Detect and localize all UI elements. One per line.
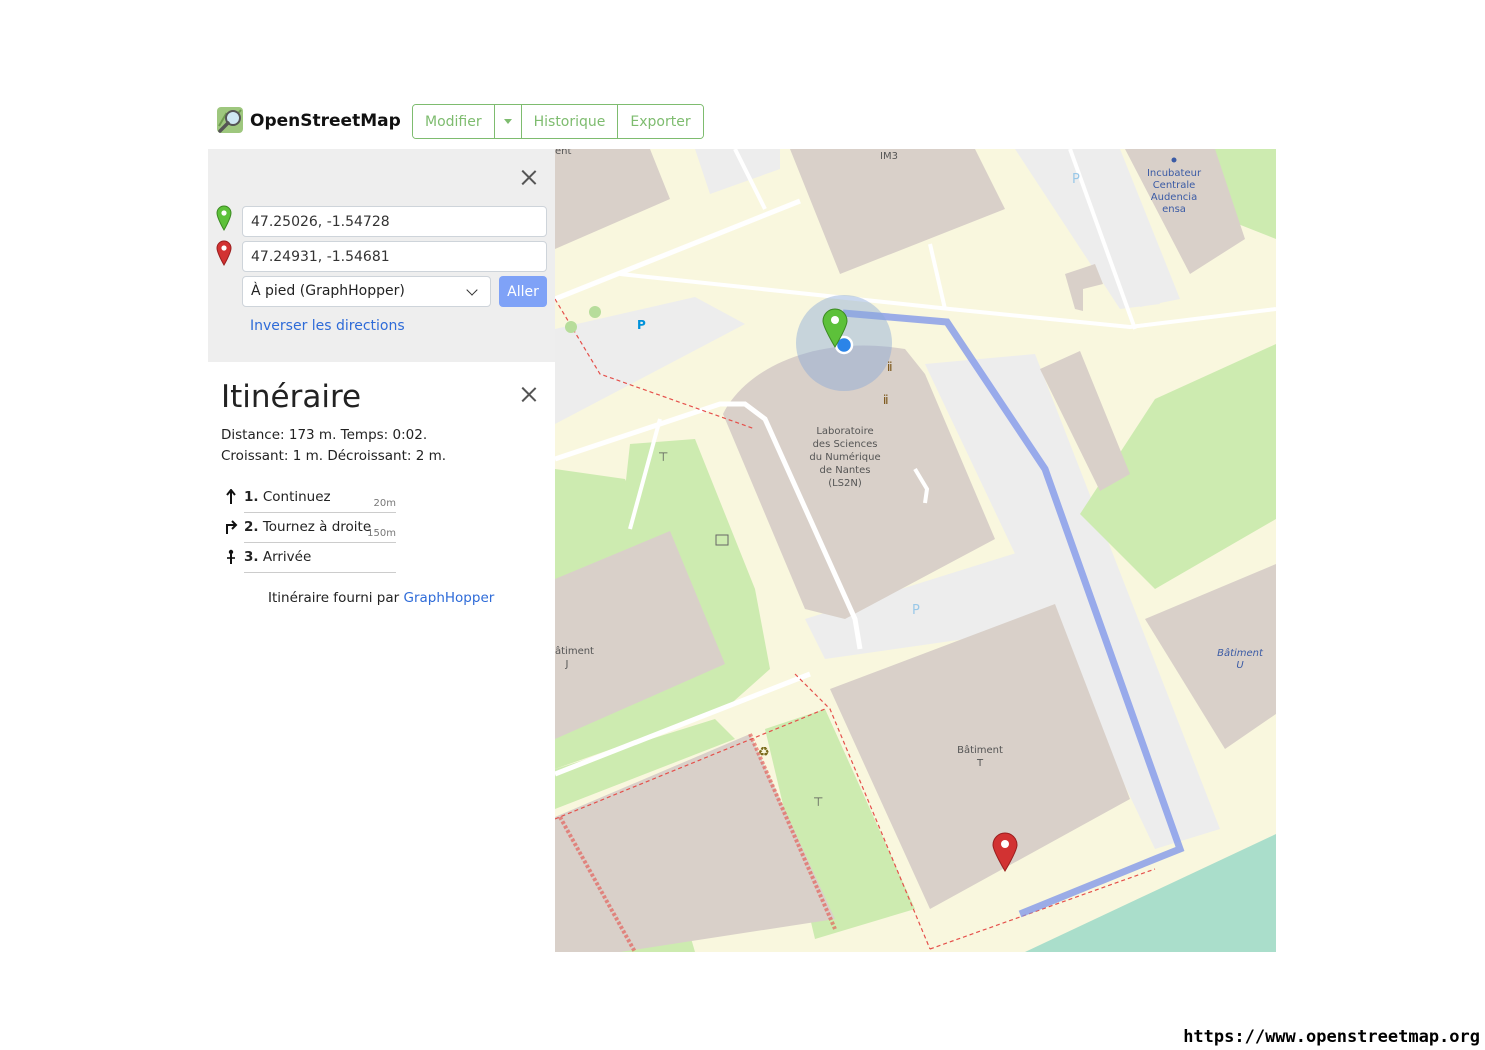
toilets-icon[interactable]: ⅱ xyxy=(883,393,889,407)
step-text: 3. Arrivée xyxy=(244,549,396,573)
tree-icon xyxy=(565,321,577,333)
svg-text:⊤: ⊤ xyxy=(813,795,823,809)
directions-form: À pied (GraphHopper) Aller Inverser les … xyxy=(208,149,555,362)
parking-label: P xyxy=(1072,172,1080,187)
label-lab-1: Laboratoire xyxy=(816,426,873,437)
from-input[interactable] xyxy=(242,206,547,237)
brand-name[interactable]: OpenStreetMap xyxy=(250,111,401,131)
routing-engine-value: À pied (GraphHopper) xyxy=(251,283,405,299)
header: OpenStreetMap Modifier Historique Export… xyxy=(208,100,1276,149)
graphhopper-link[interactable]: GraphHopper xyxy=(403,590,494,606)
sidebar: À pied (GraphHopper) Aller Inverser les … xyxy=(208,149,555,952)
label-incubateur-1: Incubateur xyxy=(1147,168,1202,179)
svg-text:♻: ♻ xyxy=(758,745,770,760)
edit-button[interactable]: Modifier xyxy=(413,105,495,138)
step-instruction: Arrivée xyxy=(262,549,312,565)
elevation-line: Croissant: 1 m. Décroissant: 2 m. xyxy=(221,448,447,464)
step-instruction: Tournez à droite xyxy=(262,519,372,535)
map-canvas[interactable]: ⅱ ⅱ ⊤ ⊤ ♻ P IM3 ent Incubateur Centrale … xyxy=(555,149,1276,952)
label-incubateur-4: ensa xyxy=(1162,204,1186,215)
history-button[interactable]: Historique xyxy=(521,105,619,138)
label-lab-4: de Nantes xyxy=(820,465,871,476)
route-title: Itinéraire xyxy=(221,379,362,415)
label-batiment-u-1: Bâtiment xyxy=(1217,647,1264,659)
end-marker-icon xyxy=(216,240,232,266)
osm-logo-icon[interactable] xyxy=(216,106,244,134)
credit-text: Itinéraire fourni par xyxy=(268,590,400,606)
export-button[interactable]: Exporter xyxy=(618,105,703,138)
step-text: 2. Tournez à droite 150m xyxy=(244,519,396,543)
step-number: 3. xyxy=(244,549,259,565)
svg-text:ⅱ: ⅱ xyxy=(887,360,893,374)
to-input[interactable] xyxy=(242,241,547,272)
label-lab-5: (LS2N) xyxy=(828,478,862,489)
label-lab-3: du Numérique xyxy=(809,451,880,463)
step-instruction: Continuez xyxy=(262,489,331,505)
svg-text:ⅱ: ⅱ xyxy=(883,393,889,407)
chevron-down-icon xyxy=(466,284,478,296)
tree-icon xyxy=(589,306,601,318)
routing-engine-select[interactable]: À pied (GraphHopper) xyxy=(242,276,491,307)
destination-icon xyxy=(227,549,235,564)
edit-dropdown-button[interactable] xyxy=(494,105,522,138)
close-route-icon[interactable] xyxy=(521,386,537,402)
route-step[interactable]: 3. Arrivée xyxy=(220,543,398,573)
bicycle-parking-icon[interactable]: P xyxy=(637,318,646,332)
reverse-directions-link[interactable]: Inverser les directions xyxy=(250,318,405,334)
close-directions-icon[interactable] xyxy=(521,169,537,185)
label-incubateur-2: Centrale xyxy=(1153,180,1196,191)
distance-line: Distance: 173 m. Temps: 0:02. xyxy=(221,427,428,443)
label-batiment-u-2: U xyxy=(1236,660,1244,671)
svg-text:⊤: ⊤ xyxy=(658,450,668,464)
step-distance: 20m xyxy=(373,498,396,509)
route-step[interactable]: 1. Continuez 20m xyxy=(220,483,398,513)
map-view[interactable]: ⅱ ⅱ ⊤ ⊤ ♻ P IM3 ent Incubateur Centrale … xyxy=(555,149,1276,952)
route-steps: 1. Continuez 20m 2. Tournez à droite 150… xyxy=(220,483,398,573)
label-batiment-j-2: J xyxy=(565,659,569,670)
route-summary: Distance: 173 m. Temps: 0:02. Croissant:… xyxy=(221,425,446,467)
label-batiment-j-1: âtiment xyxy=(555,645,594,657)
caret-down-icon xyxy=(503,119,512,124)
svg-text:P: P xyxy=(637,318,646,332)
go-button[interactable]: Aller xyxy=(499,276,547,307)
recycling-icon[interactable]: ♻ xyxy=(758,745,770,760)
picnic-table-icon[interactable]: ⊤ xyxy=(813,795,823,809)
label-fragment: ent xyxy=(555,149,571,157)
turn-right-icon xyxy=(226,520,238,534)
step-number: 1. xyxy=(244,489,259,505)
label-batiment-t-2: T xyxy=(976,758,984,769)
edit-toolbar: Modifier Historique Exporter xyxy=(412,104,704,139)
label-lab-2: des Sciences xyxy=(813,439,878,450)
picnic-table-icon[interactable]: ⊤ xyxy=(658,450,668,464)
step-text: 1. Continuez 20m xyxy=(244,489,396,513)
arrow-up-icon xyxy=(226,489,236,504)
label-im3: IM3 xyxy=(880,151,898,162)
start-marker-icon xyxy=(216,205,232,231)
route-step[interactable]: 2. Tournez à droite 150m xyxy=(220,513,398,543)
route-credit: Itinéraire fourni par GraphHopper xyxy=(268,590,494,606)
step-number: 2. xyxy=(244,519,259,535)
label-batiment-t-1: Bâtiment xyxy=(957,744,1003,756)
label-incubateur-3: Audencia xyxy=(1151,192,1197,203)
footer-url: https://www.openstreetmap.org xyxy=(1183,1027,1480,1047)
step-distance: 150m xyxy=(367,528,396,539)
parking-label: P xyxy=(912,603,920,618)
